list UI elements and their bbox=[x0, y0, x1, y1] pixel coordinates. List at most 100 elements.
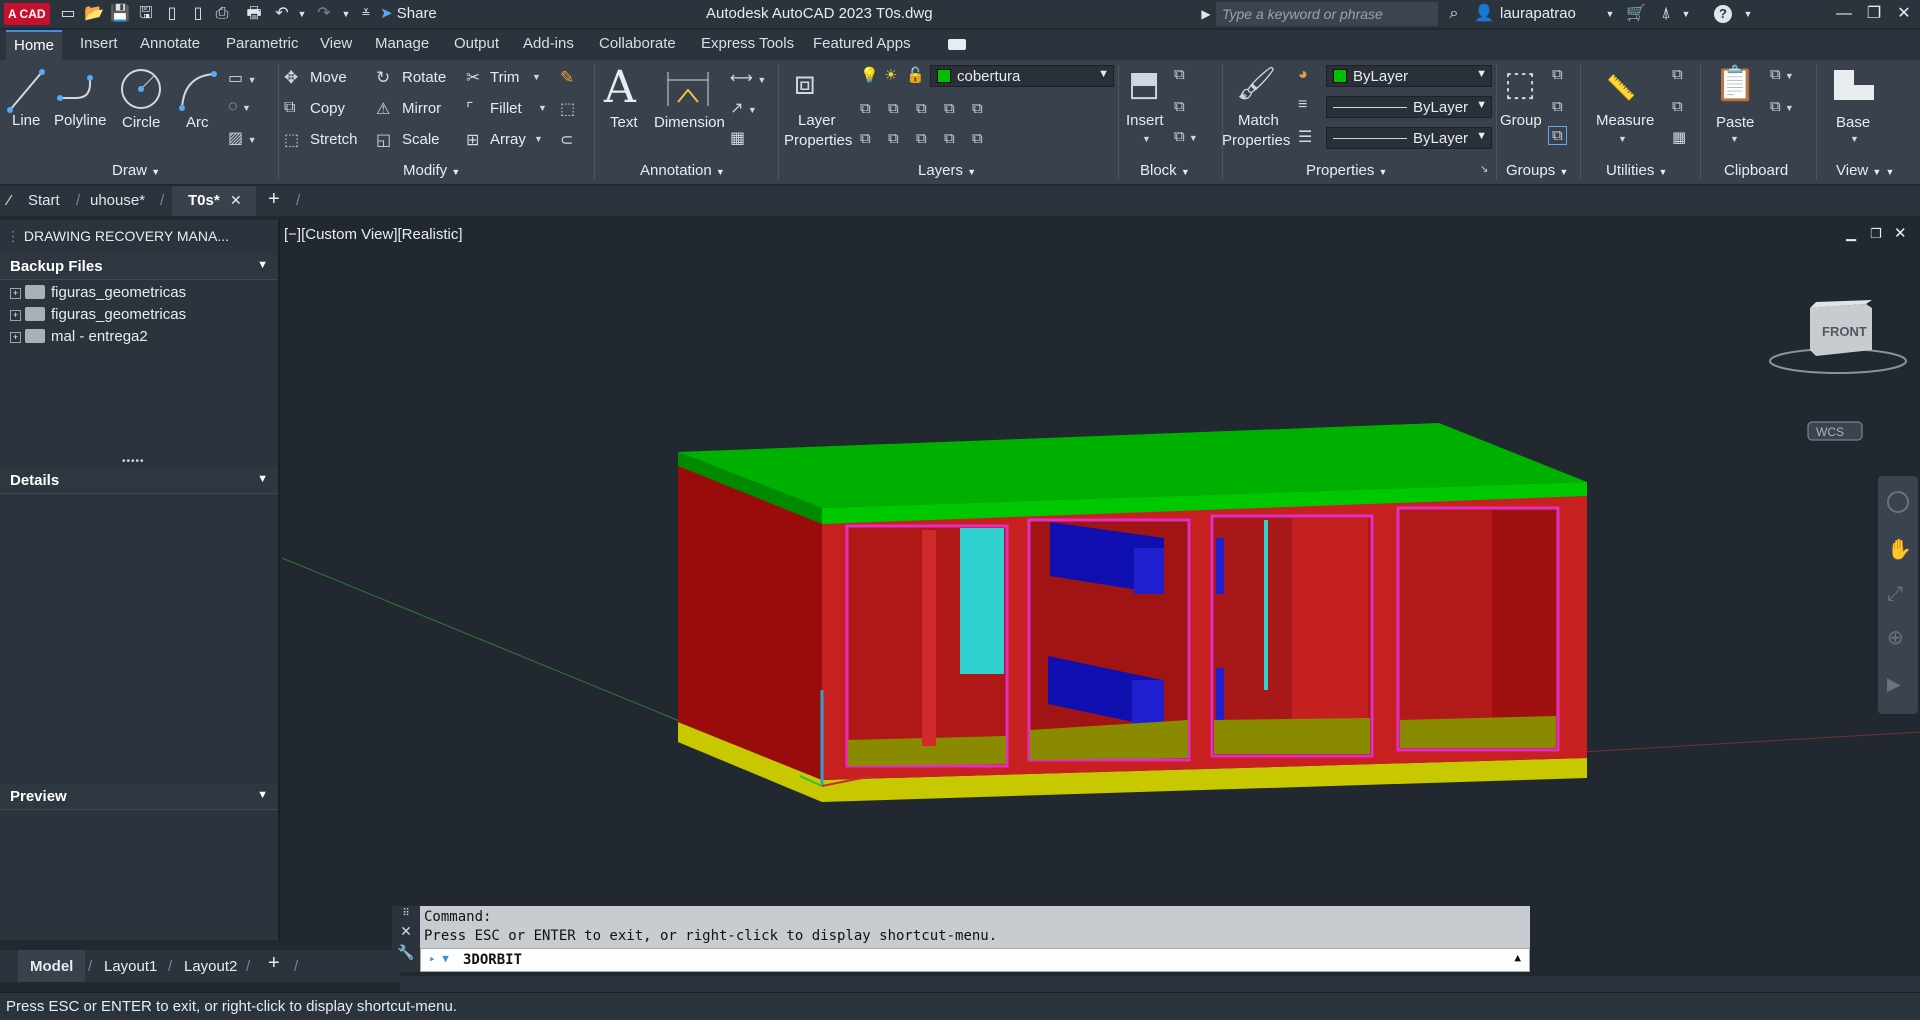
copy-clip-icon[interactable]: ⧉ ▼ bbox=[1770, 98, 1794, 115]
layer-tool-6-icon[interactable]: ⧉ bbox=[860, 130, 871, 147]
layers-panel-title[interactable]: Layers ▼ bbox=[918, 162, 976, 179]
edit-block-icon[interactable]: ⧉ bbox=[1174, 98, 1185, 115]
doc-tabs-menu-icon[interactable]: ⁄ bbox=[8, 192, 11, 209]
search-input[interactable]: Type a keyword or phrase bbox=[1216, 2, 1438, 26]
new-layout-icon[interactable]: + bbox=[268, 952, 280, 975]
layer-tool-10-icon[interactable]: ⧉ bbox=[972, 130, 983, 147]
layer-tool-7-icon[interactable]: ⧉ bbox=[888, 130, 899, 147]
circle-icon[interactable] bbox=[118, 66, 164, 112]
layer-tool-8-icon[interactable]: ⧉ bbox=[916, 130, 927, 147]
layer-tool-5-icon[interactable]: ⧉ bbox=[972, 100, 983, 117]
preview-header[interactable]: Preview ▼ bbox=[0, 784, 278, 810]
save-web-icon[interactable]: ▯ bbox=[188, 4, 208, 24]
open-web-icon[interactable]: ▯ bbox=[162, 4, 182, 24]
quick-select-icon[interactable]: ⧉ bbox=[1672, 66, 1683, 83]
circle-button[interactable]: Circle bbox=[122, 114, 160, 131]
select-all-icon[interactable]: ⧉ bbox=[1672, 98, 1683, 115]
showmotion-icon[interactable]: ▶ bbox=[1887, 674, 1901, 694]
expand-icon[interactable]: + bbox=[10, 332, 21, 343]
share-button[interactable]: ➤ Share bbox=[380, 4, 437, 22]
draw-panel-title[interactable]: Draw ▼ bbox=[112, 162, 160, 179]
lineweight-dropdown[interactable]: ByLayer ▼ bbox=[1326, 96, 1492, 118]
gradient-icon[interactable]: ▨ ▼ bbox=[228, 128, 256, 148]
view-panel-title[interactable]: View ▼ ▼ bbox=[1836, 162, 1894, 179]
close-tab-icon[interactable]: ✕ bbox=[230, 192, 242, 209]
tab-featured-apps[interactable]: Featured Apps bbox=[813, 35, 911, 52]
base-dropdown-icon[interactable]: ▼ bbox=[1850, 134, 1859, 144]
autodesk-app-icon[interactable]: ⍋ bbox=[1656, 4, 1676, 24]
layer-on-icon[interactable]: 💡 bbox=[860, 66, 879, 84]
doc-tab-t0s[interactable]: T0s* bbox=[188, 192, 220, 209]
plot-icon[interactable]: ⎙ bbox=[212, 4, 232, 24]
layer-tool-4-icon[interactable]: ⧉ bbox=[944, 100, 955, 117]
rectangle-icon[interactable]: ▭ ▼ bbox=[228, 68, 256, 88]
search-icon[interactable]: ⌕ bbox=[1444, 4, 1464, 24]
backup-file-item[interactable]: + mal - entrega2 bbox=[10, 328, 148, 345]
layer-tool-2-icon[interactable]: ⧉ bbox=[888, 100, 899, 117]
tab-annotate[interactable]: Annotate bbox=[140, 35, 200, 52]
viewport-restore-icon[interactable]: ❐ bbox=[1870, 226, 1882, 242]
viewport-controls-label[interactable]: [−][Custom View][Realistic] bbox=[284, 226, 463, 243]
zoom-icon[interactable]: ⤢ bbox=[1887, 583, 1903, 605]
measure-dropdown-icon[interactable]: ▼ bbox=[1618, 134, 1627, 144]
paste-button[interactable]: Paste bbox=[1716, 114, 1754, 131]
doc-tab-uhouse[interactable]: uhouse* bbox=[90, 192, 145, 209]
trim-dropdown-icon[interactable]: ▼ bbox=[532, 72, 541, 82]
undo-icon[interactable]: ↶ bbox=[272, 4, 292, 24]
group-edit-icon[interactable]: ⧉ bbox=[1552, 98, 1563, 115]
scale-button[interactable]: Scale bbox=[402, 131, 440, 148]
grip-icon[interactable]: ⠿ bbox=[392, 908, 420, 919]
pan-icon[interactable]: ✋ bbox=[1887, 537, 1912, 561]
mirror-button[interactable]: Mirror bbox=[402, 100, 441, 117]
restore-button[interactable]: ❐ bbox=[1860, 2, 1888, 26]
insert-dropdown-icon[interactable]: ▼ bbox=[1142, 134, 1151, 144]
match-properties-label-2[interactable]: Properties bbox=[1222, 132, 1290, 149]
layer-tool-1-icon[interactable]: ⧉ bbox=[860, 100, 871, 117]
offset-icon[interactable]: ⊂ bbox=[560, 130, 573, 150]
calculator-icon[interactable]: ▦ bbox=[1672, 128, 1686, 146]
properties-panel-title[interactable]: Properties ▼ bbox=[1306, 162, 1387, 179]
tab-manage[interactable]: Manage bbox=[375, 35, 429, 52]
redo-icon[interactable]: ↷ bbox=[314, 4, 334, 24]
tab-express-tools[interactable]: Express Tools bbox=[701, 35, 794, 52]
utilities-panel-title[interactable]: Utilities ▼ bbox=[1606, 162, 1667, 179]
open-file-icon[interactable]: 📂 bbox=[84, 4, 104, 24]
ribbon-minimize-icon[interactable] bbox=[948, 39, 966, 50]
expand-icon[interactable]: + bbox=[10, 310, 21, 321]
tab-parametric[interactable]: Parametric bbox=[226, 35, 299, 52]
block-panel-title[interactable]: Block ▼ bbox=[1140, 162, 1190, 179]
ungroup-icon[interactable]: ⧉ bbox=[1552, 66, 1563, 83]
leader-icon[interactable]: ↗ ▼ bbox=[730, 98, 757, 118]
backup-files-header[interactable]: Backup Files ▼ bbox=[0, 254, 278, 280]
fillet-dropdown-icon[interactable]: ▼ bbox=[538, 103, 547, 113]
linetype-dropdown[interactable]: ByLayer ▼ bbox=[1326, 127, 1492, 149]
save-as-icon[interactable]: 🖫 bbox=[136, 4, 156, 24]
layer-properties-label-2[interactable]: Properties bbox=[784, 132, 852, 149]
viewport-minimize-icon[interactable]: ▁ bbox=[1846, 226, 1856, 242]
paste-dropdown-icon[interactable]: ▼ bbox=[1730, 134, 1739, 144]
clipboard-panel-title[interactable]: Clipboard bbox=[1724, 162, 1788, 179]
backup-file-item[interactable]: + figuras_geometricas bbox=[10, 284, 186, 301]
help-icon[interactable]: ? bbox=[1714, 5, 1732, 23]
command-input[interactable]: ▸ ▼ 3DORBIT ▲ bbox=[420, 948, 1530, 972]
tab-home[interactable]: Home bbox=[6, 30, 63, 60]
erase-icon[interactable]: ✎ bbox=[560, 68, 574, 88]
tab-output[interactable]: Output bbox=[454, 35, 499, 52]
edit-attributes-icon[interactable]: ⧉ ▼ bbox=[1174, 128, 1198, 145]
expand-icon[interactable]: + bbox=[10, 288, 21, 299]
color-dropdown[interactable]: ByLayer ▼ bbox=[1326, 65, 1492, 87]
close-command-icon[interactable]: ✕ bbox=[392, 923, 420, 940]
match-properties-label-1[interactable]: Match bbox=[1238, 112, 1279, 129]
text-button[interactable]: Text bbox=[610, 114, 638, 131]
line-button[interactable]: Line bbox=[12, 112, 40, 129]
copy-button[interactable]: Copy bbox=[310, 100, 345, 117]
redo-dropdown-icon[interactable]: ▼ bbox=[336, 4, 356, 24]
group-select-icon[interactable]: ⧉ bbox=[1548, 126, 1567, 145]
polyline-icon[interactable] bbox=[56, 70, 100, 110]
doc-tab-start[interactable]: Start bbox=[28, 192, 60, 209]
tab-layout1[interactable]: Layout1 bbox=[104, 958, 157, 975]
autocad-logo[interactable]: A CAD bbox=[4, 3, 50, 25]
orbit-icon[interactable]: ⊕ bbox=[1887, 627, 1904, 649]
command-history-toggle-icon[interactable]: ▲ bbox=[1514, 951, 1521, 964]
table-icon[interactable]: ▦ bbox=[730, 128, 745, 148]
